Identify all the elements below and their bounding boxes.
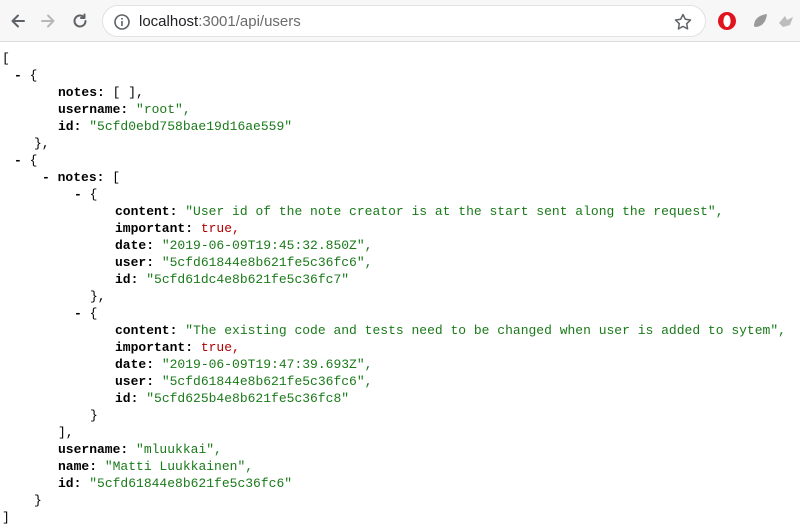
string-value: "mluukkai", <box>136 442 222 457</box>
collapse-toggle[interactable]: - <box>14 68 22 83</box>
user-1-object-close: } <box>34 493 42 508</box>
string-value: "5cfd61844e8b621fe5c36fc6" <box>89 476 293 491</box>
user-1-notes-close: ], <box>58 425 74 440</box>
note-1-object-open: - { <box>74 305 97 323</box>
empty-array: [ ], <box>112 85 144 100</box>
user-0-object-close: }, <box>34 136 50 151</box>
key-label: important: <box>115 340 194 355</box>
brace: { <box>89 306 98 321</box>
reload-icon <box>73 13 87 28</box>
key-label: notes: <box>58 85 105 100</box>
string-value: "5cfd625b4e8b621fe5c36fc8" <box>146 391 350 406</box>
reload-button[interactable] <box>68 9 92 33</box>
key-label: date: <box>115 238 155 253</box>
key-label: notes: <box>57 170 105 185</box>
string-value: "User id of the note creator is at the s… <box>185 204 724 219</box>
user-1-username: username: "mluukkai", <box>58 441 222 459</box>
arrow-right-icon <box>41 14 55 28</box>
bookmark-star-icon[interactable] <box>673 12 693 32</box>
collapse-toggle[interactable]: - <box>42 170 50 185</box>
user-0-notes: notes: [ ], <box>58 84 144 102</box>
collapse-toggle[interactable]: - <box>74 306 82 321</box>
key-label: user: <box>115 374 155 389</box>
string-value: "The existing code and tests need to be … <box>185 323 786 338</box>
root-close-bracket: ] <box>2 510 10 525</box>
string-value: "2019-06-09T19:47:39.693Z", <box>161 357 373 372</box>
key-label: content: <box>115 204 178 219</box>
root-open-bracket: [ <box>2 51 10 66</box>
key-label: username: <box>58 102 129 117</box>
note-0-important: important: true, <box>115 220 240 238</box>
key-label: name: <box>58 459 98 474</box>
address-bar[interactable]: localhost:3001/api/users <box>102 5 706 37</box>
key-label: id: <box>58 119 82 134</box>
url-text[interactable]: localhost:3001/api/users <box>139 13 301 31</box>
string-value: "5cfd61844e8b621fe5c36fc6", <box>161 374 373 389</box>
user-1-object-open: - { <box>14 152 37 170</box>
user-1-notes: - notes: [ <box>42 169 120 187</box>
note-1-date: date: "2019-06-09T19:47:39.693Z", <box>115 356 372 374</box>
note-1-id: id: "5cfd625b4e8b621fe5c36fc8" <box>115 390 349 408</box>
brace: { <box>29 153 38 168</box>
string-value: "Matti Luukkainen", <box>104 459 254 474</box>
string-value: "root", <box>136 102 191 117</box>
note-0-date: date: "2019-06-09T19:45:32.850Z", <box>115 237 372 255</box>
note-0-object-close: }, <box>90 289 106 304</box>
key-label: content: <box>115 323 178 338</box>
note-1-user: user: "5cfd61844e8b621fe5c36fc6", <box>115 373 372 391</box>
key-label: date: <box>115 357 155 372</box>
note-0-content: content: "User id of the note creator is… <box>115 203 724 221</box>
note-1-object-close: } <box>90 408 98 423</box>
boolean-value: true, <box>200 221 240 236</box>
browser-toolbar: localhost:3001/api/users <box>0 0 800 42</box>
note-0-user: user: "5cfd61844e8b621fe5c36fc6", <box>115 254 372 272</box>
forward-button[interactable] <box>36 9 60 33</box>
note-0-id: id: "5cfd61dc4e8b621fe5c36fc7" <box>115 271 349 289</box>
back-button[interactable] <box>6 9 30 33</box>
opera-extension-icon[interactable] <box>716 10 738 32</box>
user-1-name: name: "Matti Luukkainen", <box>58 458 253 476</box>
string-value: "2019-06-09T19:45:32.850Z", <box>161 238 373 253</box>
key-label: important: <box>115 221 194 236</box>
boolean-value: true, <box>200 340 240 355</box>
collapse-toggle[interactable]: - <box>14 153 22 168</box>
bracket: [ <box>112 170 121 185</box>
bird-extension-icon[interactable] <box>776 10 798 32</box>
string-value: "5cfd61dc4e8b621fe5c36fc7" <box>146 272 350 287</box>
key-label: id: <box>115 391 139 406</box>
user-0-id: id: "5cfd0ebd758bae19d16ae559" <box>58 118 292 136</box>
key-label: username: <box>58 442 129 457</box>
user-0-object-open: - { <box>14 67 37 85</box>
note-0-object-open: - { <box>74 186 97 204</box>
user-0-username: username: "root", <box>58 101 191 119</box>
info-icon[interactable] <box>113 13 131 31</box>
key-label: id: <box>58 476 82 491</box>
key-label: id: <box>115 272 139 287</box>
note-1-content: content: "The existing code and tests ne… <box>115 322 786 340</box>
brace: { <box>29 68 38 83</box>
url-host: localhost <box>139 13 199 30</box>
key-label: user: <box>115 255 155 270</box>
brace: { <box>89 187 98 202</box>
leaf-extension-icon[interactable] <box>750 10 772 32</box>
arrow-left-icon <box>11 14 25 28</box>
string-value: "5cfd0ebd758bae19d16ae559" <box>89 119 293 134</box>
url-path: :3001/api/users <box>198 13 301 30</box>
note-1-important: important: true, <box>115 339 240 357</box>
string-value: "5cfd61844e8b621fe5c36fc6", <box>161 255 373 270</box>
user-1-id: id: "5cfd61844e8b621fe5c36fc6" <box>58 475 292 493</box>
collapse-toggle[interactable]: - <box>74 187 82 202</box>
